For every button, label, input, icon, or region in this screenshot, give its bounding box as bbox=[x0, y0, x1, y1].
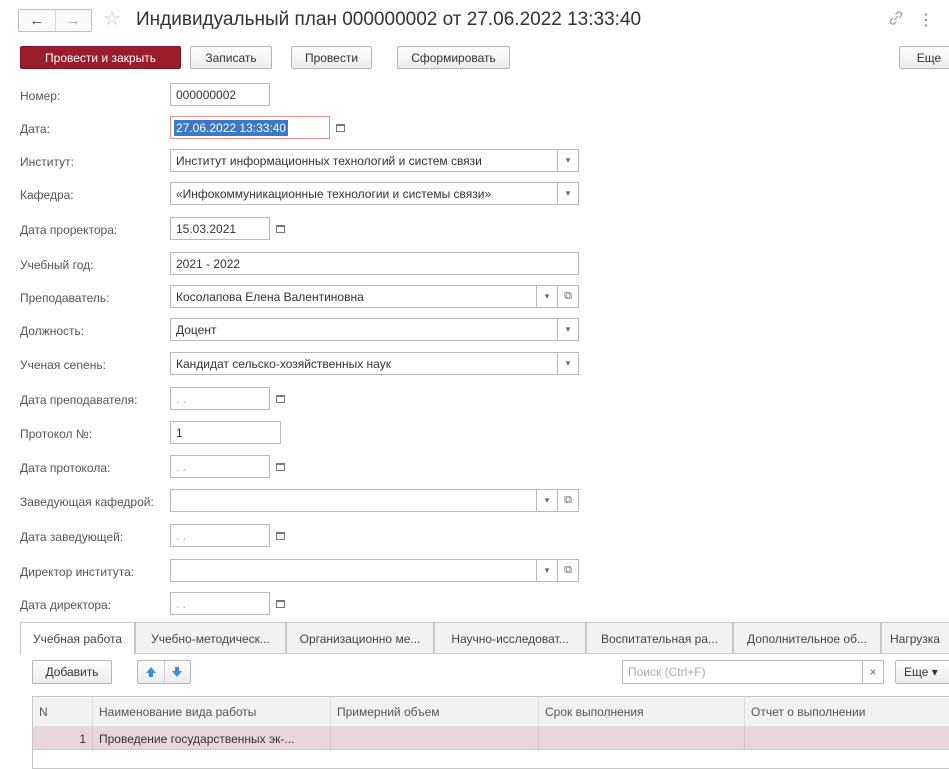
prorector-date-field[interactable]: 15.03.2021 bbox=[170, 217, 270, 240]
back-arrow-icon[interactable]: ← bbox=[19, 10, 55, 31]
row-volume bbox=[331, 727, 539, 750]
number-label: Номер: bbox=[20, 89, 61, 103]
teacher-date-field[interactable]: . . bbox=[170, 387, 270, 410]
institute-label: Институт: bbox=[20, 155, 74, 169]
tab-workload[interactable]: Нагрузка bbox=[881, 622, 949, 654]
institute-field[interactable]: Институт информационных технологий и сис… bbox=[170, 149, 558, 172]
director-date-label: Дата директора: bbox=[20, 598, 112, 612]
tab-divider bbox=[135, 653, 949, 654]
number-field[interactable]: 000000002 bbox=[170, 83, 270, 106]
table-more-button[interactable]: Еще ▾ bbox=[895, 660, 949, 684]
date-calendar-icon[interactable] bbox=[328, 116, 352, 139]
clear-search-icon[interactable]: × bbox=[862, 660, 884, 684]
department-field[interactable]: «Инфокоммуникационные технологии и систе… bbox=[170, 182, 558, 205]
search-input[interactable]: Поиск (Ctrl+F) bbox=[622, 660, 863, 684]
head-department-field[interactable] bbox=[170, 489, 537, 512]
row-number: 1 bbox=[33, 727, 93, 750]
add-button[interactable]: Добавить bbox=[32, 660, 112, 684]
academic-year-label: Учебный год: bbox=[20, 258, 94, 272]
column-header-volume[interactable]: Примерний объем bbox=[331, 697, 539, 727]
table-header: N Наименование вида работы Примерний объ… bbox=[33, 697, 949, 727]
protocol-date-label: Дата протокола: bbox=[20, 461, 111, 475]
position-field[interactable]: Доцент bbox=[170, 318, 558, 341]
tab-educational-work[interactable]: Учебная работа bbox=[20, 622, 135, 655]
teacher-dropdown-icon[interactable]: ▾ bbox=[536, 285, 558, 308]
head-department-dropdown-icon[interactable]: ▾ bbox=[536, 489, 558, 512]
degree-label: Ученая сеnень: bbox=[20, 358, 106, 372]
tab-organizational-work[interactable]: Организационно ме... bbox=[286, 622, 434, 654]
column-header-report[interactable]: Отчет о выполнении bbox=[745, 697, 949, 727]
department-dropdown-icon[interactable]: ▾ bbox=[557, 182, 579, 205]
tab-methodical-work[interactable]: Учебно-методическ... bbox=[135, 622, 286, 654]
teacher-field[interactable]: Косолапова Елена Валентиновна bbox=[170, 285, 537, 308]
column-header-deadline[interactable]: Срок выполнения bbox=[539, 697, 745, 727]
column-header-name[interactable]: Наименование вида работы bbox=[93, 697, 331, 727]
head-date-field[interactable]: . . bbox=[170, 524, 270, 547]
degree-field[interactable]: Кандидат сельско-хозяйственных наук bbox=[170, 352, 558, 375]
teacher-date-label: Дата преподавателя: bbox=[20, 393, 138, 407]
work-table: N Наименование вида работы Примерний объ… bbox=[32, 696, 949, 769]
director-date-field[interactable]: . . bbox=[170, 592, 270, 615]
position-dropdown-icon[interactable]: ▾ bbox=[557, 318, 579, 341]
column-header-n[interactable]: N bbox=[33, 697, 93, 727]
prorector-date-calendar-icon[interactable] bbox=[268, 217, 292, 240]
director-field[interactable] bbox=[170, 559, 537, 582]
page-title: Индивидуальный план 000000002 от 27.06.2… bbox=[136, 9, 642, 30]
teacher-open-icon[interactable]: ⧉ bbox=[557, 285, 579, 308]
favorite-star-icon[interactable]: ☆ bbox=[103, 8, 121, 30]
forward-arrow-icon[interactable]: → bbox=[54, 10, 92, 31]
save-button[interactable]: Записать bbox=[190, 46, 272, 69]
tab-educational-upbringing[interactable]: Воспитательная ра... bbox=[586, 622, 733, 654]
academic-year-field[interactable]: 2021 - 2022 bbox=[170, 252, 579, 275]
row-deadline bbox=[539, 727, 745, 750]
head-department-open-icon[interactable]: ⧉ bbox=[557, 489, 579, 512]
table-row[interactable]: 1 Проведение государственных эк-... bbox=[33, 727, 949, 750]
more-vertical-icon[interactable]: ⋮ bbox=[918, 10, 934, 30]
position-label: Должность: bbox=[20, 324, 85, 338]
date-field[interactable]: 27.06.2022 13:33:40 bbox=[170, 116, 330, 139]
director-date-calendar-icon[interactable] bbox=[268, 592, 292, 615]
date-value: 27.06.2022 13:33:40 bbox=[174, 119, 289, 136]
department-label: Кафедра: bbox=[20, 188, 74, 202]
teacher-date-calendar-icon[interactable] bbox=[268, 387, 292, 410]
protocol-number-field[interactable]: 1 bbox=[170, 421, 281, 444]
tab-research-work[interactable]: Научно-исследоват... bbox=[434, 622, 586, 654]
more-button[interactable]: Еще bbox=[899, 46, 949, 69]
head-date-label: Дата заведующей: bbox=[20, 530, 124, 544]
degree-dropdown-icon[interactable]: ▾ bbox=[557, 352, 579, 375]
row-report bbox=[745, 727, 949, 750]
director-dropdown-icon[interactable]: ▾ bbox=[536, 559, 558, 582]
head-department-label: Заведующая кафедрой: bbox=[20, 495, 154, 509]
head-date-calendar-icon[interactable] bbox=[268, 524, 292, 547]
date-label: Дата: bbox=[20, 122, 50, 136]
move-buttons bbox=[137, 660, 191, 684]
navigation-buttons: ← → bbox=[18, 9, 92, 32]
protocol-date-calendar-icon[interactable] bbox=[268, 455, 292, 478]
post-and-close-button[interactable]: Провести и закрыть bbox=[20, 46, 181, 69]
row-work-name: Проведение государственных эк-... bbox=[93, 727, 331, 750]
move-down-icon[interactable] bbox=[165, 661, 191, 683]
tab-additional-education[interactable]: Дополнительное об... bbox=[733, 622, 881, 654]
director-label: Директор института: bbox=[20, 565, 135, 579]
director-open-icon[interactable]: ⧉ bbox=[557, 559, 579, 582]
teacher-label: Преподаватель: bbox=[20, 291, 110, 305]
protocol-number-label: Протокол №: bbox=[20, 427, 93, 441]
generate-button[interactable]: Сформировать bbox=[397, 46, 510, 69]
move-up-icon[interactable] bbox=[138, 661, 165, 683]
protocol-date-field[interactable]: . . bbox=[170, 455, 270, 478]
institute-dropdown-icon[interactable]: ▾ bbox=[557, 149, 579, 172]
prorector-date-label: Дата проректора: bbox=[20, 223, 118, 237]
link-icon[interactable] bbox=[889, 10, 903, 31]
post-button[interactable]: Провести bbox=[291, 46, 372, 69]
